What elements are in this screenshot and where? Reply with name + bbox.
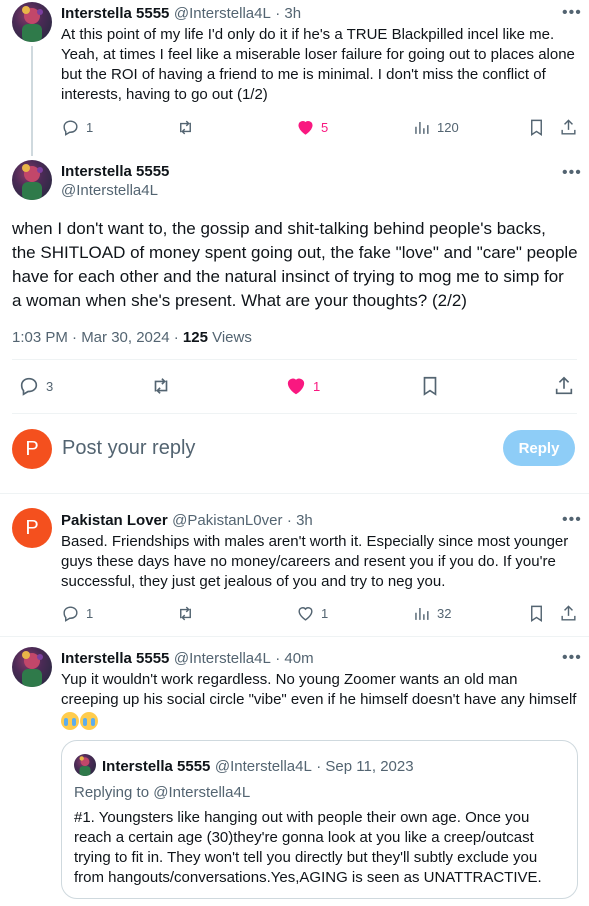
share-button[interactable] <box>559 604 578 623</box>
timestamp[interactable]: · 40m <box>275 650 313 667</box>
quote-tweet[interactable]: Interstella 5555 @Interstella4L · Sep 11… <box>61 740 578 899</box>
bookmark-icon <box>531 605 542 622</box>
heart-icon <box>298 121 313 135</box>
views-button[interactable]: 120 <box>412 118 459 137</box>
timestamp[interactable]: 1:03 PM · Mar 30, 2024 · <box>12 329 183 346</box>
crying-emoji-icon <box>61 712 79 731</box>
tweet-text: Yup it wouldn't work regardless. No youn… <box>61 670 583 731</box>
avatar <box>74 754 96 776</box>
tweet-text: At this point of my life I'd only do it … <box>61 26 575 103</box>
retweet-button[interactable] <box>176 118 195 137</box>
divider <box>0 493 589 494</box>
share-icon <box>561 119 576 135</box>
author-name[interactable]: Interstella 5555 <box>61 163 169 180</box>
bookmark-icon <box>423 376 437 396</box>
share-button[interactable] <box>553 375 575 397</box>
reply-button[interactable]: 1 <box>61 604 93 623</box>
reply-button[interactable]: 3 <box>18 375 53 397</box>
like-button[interactable]: 1 <box>296 604 328 623</box>
retweet-button[interactable] <box>176 604 195 623</box>
author-handle[interactable]: @Interstella4L <box>61 182 158 199</box>
avatar[interactable] <box>12 2 52 42</box>
views-count: 125 <box>182 329 208 346</box>
reply-submit-button[interactable]: Reply <box>503 430 575 466</box>
retweet-icon <box>180 120 191 135</box>
author-handle[interactable]: @Interstella4L <box>174 5 271 22</box>
quote-author-name: Interstella 5555 <box>102 758 211 775</box>
reply-input[interactable]: Post your reply <box>62 437 195 460</box>
timestamp[interactable]: · 3h <box>287 512 313 529</box>
reply-icon <box>20 377 38 396</box>
views-icon <box>415 121 429 134</box>
more-icon[interactable]: ••• <box>562 5 582 21</box>
quote-text: #1. Youngsters like hanging out with peo… <box>74 809 542 886</box>
crying-emoji-icon <box>80 712 98 731</box>
author-handle[interactable]: @Interstella4L <box>174 650 271 667</box>
more-icon[interactable]: ••• <box>562 650 582 666</box>
author-name[interactable]: Interstella 5555 <box>61 5 169 22</box>
divider <box>12 413 577 414</box>
thread-line <box>31 46 33 156</box>
avatar[interactable]: P <box>12 429 52 469</box>
views-icon <box>415 607 429 620</box>
avatar[interactable] <box>12 160 52 200</box>
share-icon <box>555 376 573 395</box>
reply-button[interactable]: 1 <box>61 118 93 137</box>
retweet-icon <box>154 378 168 394</box>
retweet-icon <box>180 606 191 621</box>
bookmark-button[interactable] <box>527 118 546 137</box>
like-button[interactable]: 5 <box>296 118 328 137</box>
share-button[interactable] <box>559 118 578 137</box>
divider <box>12 359 577 360</box>
author-handle[interactable]: @PakistanL0ver <box>172 512 282 529</box>
views-button[interactable]: 32 <box>412 604 451 623</box>
tweet-text: when I don't want to, the gossip and shi… <box>12 219 578 310</box>
quote-author-handle: @Interstella4L <box>214 758 312 775</box>
tweet-meta: 1:03 PM · Mar 30, 2024 · 125 Views <box>12 329 252 346</box>
author-name[interactable]: Interstella 5555 <box>61 650 169 667</box>
tweet-text: Based. Friendships with males aren't wor… <box>61 533 569 590</box>
reply-icon <box>63 120 78 136</box>
more-icon[interactable]: ••• <box>562 512 582 528</box>
quote-timestamp: · Sep 11, 2023 <box>316 758 414 775</box>
retweet-button[interactable] <box>150 375 172 397</box>
heart-icon <box>298 607 313 621</box>
avatar[interactable]: P <box>12 508 52 548</box>
author-name[interactable]: Pakistan Lover <box>61 512 168 529</box>
share-icon <box>561 605 576 621</box>
more-icon[interactable]: ••• <box>562 165 582 181</box>
views-label: Views <box>207 329 252 346</box>
timestamp[interactable]: · 3h <box>275 5 301 22</box>
bookmark-button[interactable] <box>419 375 441 397</box>
reply-icon <box>63 606 78 622</box>
bookmark-icon <box>531 119 542 136</box>
like-button[interactable]: 1 <box>285 375 320 397</box>
heart-icon <box>287 378 305 395</box>
bookmark-button[interactable] <box>527 604 546 623</box>
replying-to: Replying to @Interstella4L <box>74 784 251 801</box>
divider <box>0 636 589 637</box>
avatar[interactable] <box>12 647 52 687</box>
